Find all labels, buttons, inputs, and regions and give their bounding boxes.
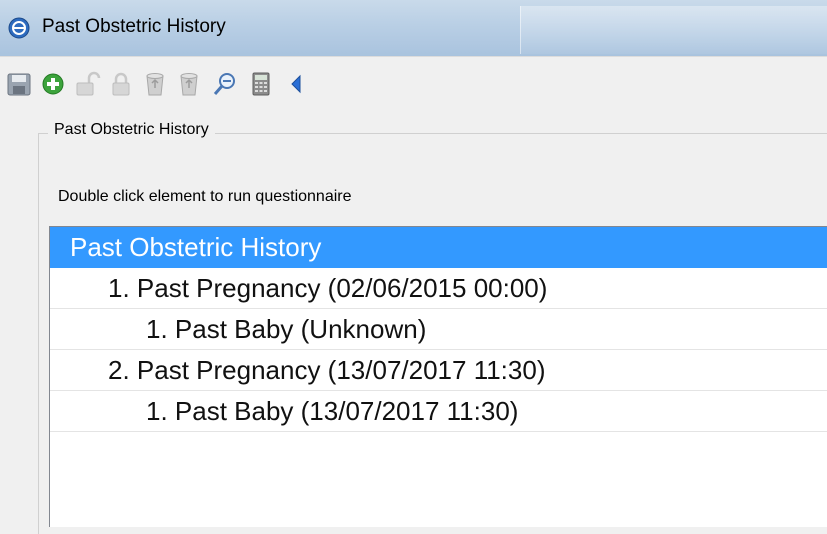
toolbar — [0, 56, 827, 111]
window-title: Past Obstetric History — [42, 16, 226, 37]
lock-button[interactable] — [106, 69, 136, 99]
history-tree[interactable]: Past Obstetric History 1. Past Pregnancy… — [49, 226, 827, 527]
title-bar-glass — [520, 6, 827, 54]
unlocked-padlock-icon — [76, 71, 101, 96]
blue-left-triangle-icon — [291, 74, 301, 94]
recycle-bin-icon — [146, 73, 164, 96]
tree-item-label: 1. Past Baby (Unknown) — [146, 314, 427, 344]
tree-item-label: 1. Past Pregnancy (02/06/2015 00:00) — [108, 273, 548, 303]
magnifier-icon — [213, 73, 235, 95]
recycle-bin-icon — [180, 73, 198, 96]
locked-padlock-icon — [112, 72, 130, 96]
tree-item-label: 2. Past Pregnancy (13/07/2017 11:30) — [108, 355, 546, 385]
tree-item[interactable]: 1. Past Baby (Unknown) — [50, 309, 827, 350]
tree-item[interactable]: 1. Past Baby (13/07/2017 11:30) — [50, 391, 827, 432]
calculator-button[interactable] — [246, 69, 276, 99]
add-button[interactable] — [38, 69, 68, 99]
floppy-disk-icon — [7, 73, 31, 96]
tree-item-root[interactable]: Past Obstetric History — [50, 227, 827, 268]
group-legend: Past Obstetric History — [48, 121, 215, 139]
tree-item-label: Past Obstetric History — [70, 232, 322, 262]
title-bar[interactable]: Past Obstetric History — [0, 0, 827, 56]
instruction-text: Double click element to run questionnair… — [58, 188, 352, 205]
back-button[interactable] — [280, 69, 310, 99]
unlock-button[interactable] — [72, 69, 102, 99]
delete-button[interactable] — [140, 69, 170, 99]
save-button[interactable] — [4, 69, 34, 99]
tree-item[interactable]: 2. Past Pregnancy (13/07/2017 11:30) — [50, 350, 827, 391]
tree-item-label: 1. Past Baby (13/07/2017 11:30) — [146, 396, 519, 426]
app-icon — [8, 17, 30, 39]
delete-all-button[interactable] — [174, 69, 204, 99]
green-plus-circle-icon — [42, 73, 64, 95]
tree-item[interactable]: 1. Past Pregnancy (02/06/2015 00:00) — [50, 268, 827, 309]
calculator-icon — [252, 72, 270, 96]
search-button[interactable] — [210, 69, 240, 99]
